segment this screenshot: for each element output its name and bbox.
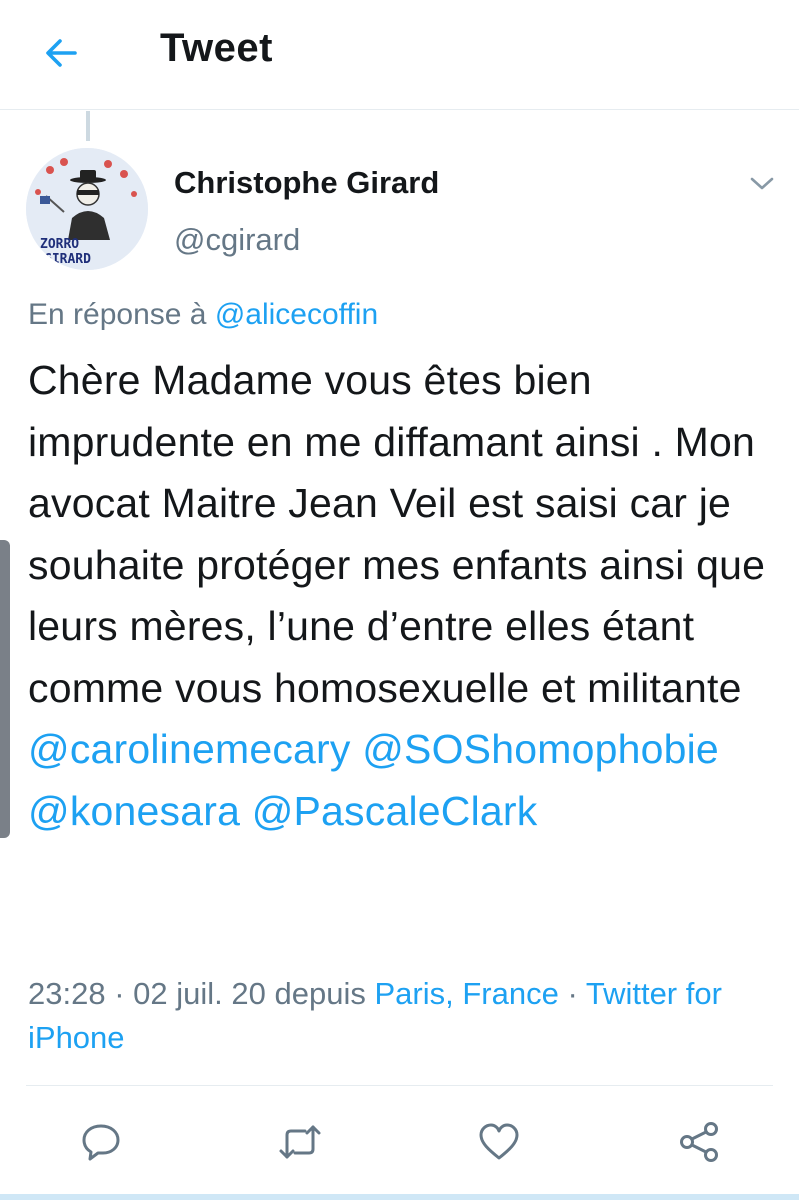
scroll-indicator[interactable] [0, 540, 10, 838]
reply-button[interactable] [77, 1118, 125, 1166]
author-name[interactable]: Christophe Girard [174, 165, 439, 201]
share-icon [680, 1122, 718, 1162]
comment-icon [82, 1124, 120, 1161]
bottom-edge-bar [0, 1194, 799, 1200]
reply-prefix: En réponse à [28, 298, 207, 331]
arrow-left-icon [46, 39, 77, 67]
retweet-button[interactable] [276, 1118, 324, 1166]
reply-context: En réponse à @alicecoffin [28, 298, 378, 332]
tweet-time: 23:28 [28, 976, 106, 1011]
share-button[interactable] [675, 1118, 723, 1166]
chevron-down-icon [750, 177, 774, 190]
mention-link[interactable]: @konesara [28, 788, 240, 834]
top-app-bar: Tweet [0, 0, 799, 110]
tweet-text: Chère Madame vous êtes bien imprudente e… [28, 350, 768, 842]
reply-to-mention[interactable]: @alicecoffin [215, 298, 378, 331]
back-button[interactable] [38, 30, 84, 76]
mention-link[interactable]: @PascaleClark [252, 788, 538, 834]
tweet-body: Chère Madame vous êtes bien imprudente e… [28, 357, 766, 711]
via-label: depuis [274, 976, 366, 1011]
actions-divider [26, 1085, 773, 1086]
avatar-illustration: ZORRO GIRARD [26, 148, 148, 270]
page-title: Tweet [160, 26, 273, 70]
tweet-date: 02 juil. 20 [133, 976, 266, 1011]
retweet-icon [279, 1125, 321, 1159]
svg-text:GIRARD: GIRARD [44, 252, 91, 267]
mention-link[interactable]: @SOShomophobie [362, 726, 719, 772]
author-handle[interactable]: @cgirard [174, 222, 300, 258]
meta-separator: · [567, 976, 578, 1011]
heart-icon [479, 1123, 519, 1160]
avatar[interactable]: ZORRO GIRARD [26, 148, 148, 270]
svg-text:ZORRO: ZORRO [40, 237, 79, 252]
thread-connector-line [86, 111, 90, 141]
location-link[interactable]: Paris, France [374, 976, 558, 1011]
mention-link[interactable]: @carolinemecary [28, 726, 351, 772]
like-button[interactable] [475, 1118, 523, 1166]
meta-separator: · [114, 976, 125, 1011]
tweet-metadata: 23:28 · 02 juil. 20 depuis Paris, France… [28, 972, 778, 1060]
tweet-options-button[interactable] [746, 170, 778, 198]
